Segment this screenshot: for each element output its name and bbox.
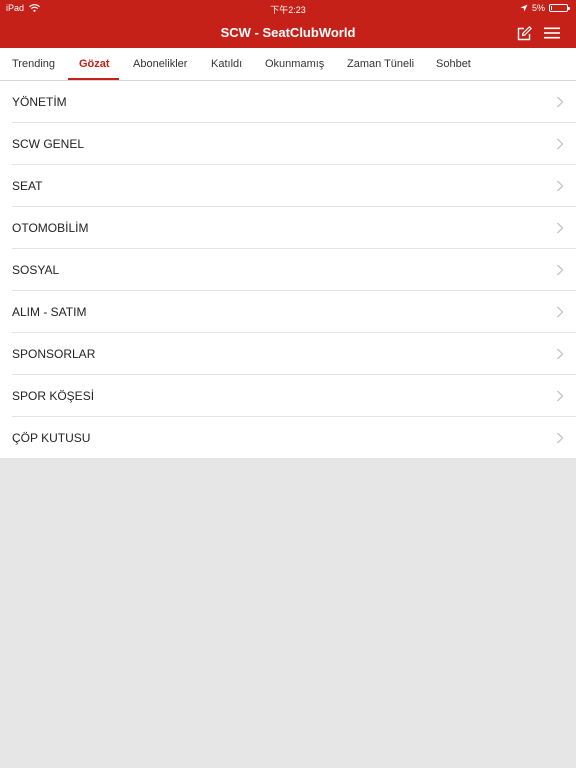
battery-level — [551, 6, 552, 10]
category-label: ALIM - SATIM — [12, 305, 87, 319]
tab-abonelikler[interactable]: Abonelikler — [133, 48, 187, 81]
category-list: YÖNETİM SCW GENEL SEAT OTOMOBİLİM SOSYAL… — [0, 81, 576, 459]
chevron-right-icon — [557, 222, 564, 234]
location-arrow-icon — [520, 4, 528, 12]
category-label: ÇÖP KUTUSU — [12, 431, 91, 445]
tab-sohbet[interactable]: Sohbet — [436, 48, 471, 81]
menu-button[interactable] — [542, 24, 562, 42]
compose-button[interactable] — [514, 24, 534, 42]
category-item-scw-genel[interactable]: SCW GENEL — [0, 123, 576, 165]
chevron-right-icon — [557, 180, 564, 192]
category-item-seat[interactable]: SEAT — [0, 165, 576, 207]
category-item-cop-kutusu[interactable]: ÇÖP KUTUSU — [0, 417, 576, 459]
category-label: SPOR KÖŞESİ — [12, 389, 95, 403]
category-item-sosyal[interactable]: SOSYAL — [0, 249, 576, 291]
hamburger-menu-icon — [544, 27, 560, 39]
tab-trending[interactable]: Trending — [12, 48, 55, 81]
category-item-otomobilim[interactable]: OTOMOBİLİM — [0, 207, 576, 249]
category-label: SEAT — [12, 179, 43, 193]
category-label: SPONSORLAR — [12, 347, 96, 361]
battery-icon — [549, 4, 570, 12]
category-label: YÖNETİM — [12, 95, 67, 109]
category-item-alim-satim[interactable]: ALIM - SATIM — [0, 291, 576, 333]
chevron-right-icon — [557, 138, 564, 150]
chevron-right-icon — [557, 264, 564, 276]
category-item-spor-kosesi[interactable]: SPOR KÖŞESİ — [0, 375, 576, 417]
category-label: SCW GENEL — [12, 137, 85, 151]
chevron-right-icon — [557, 306, 564, 318]
active-tab-indicator — [68, 78, 119, 80]
chevron-right-icon — [557, 432, 564, 444]
tab-katildi[interactable]: Katıldı — [211, 48, 242, 81]
page-title: SCW - SeatClubWorld — [220, 25, 356, 40]
tab-okunmamis[interactable]: Okunmamış — [265, 48, 324, 81]
tab-bar: Trending Gözat Abonelikler Katıldı Okunm… — [0, 48, 576, 81]
chevron-right-icon — [557, 348, 564, 360]
battery-percent: 5% — [531, 3, 545, 13]
status-time: 下午2:23 — [270, 5, 306, 15]
category-item-sponsorlar[interactable]: SPONSORLAR — [0, 333, 576, 375]
chevron-right-icon — [557, 390, 564, 402]
tab-zaman-tuneli[interactable]: Zaman Tüneli — [347, 48, 414, 81]
compose-icon — [517, 25, 532, 40]
app-header: iPad 下午2:23 5% SCW - SeatClubWorld — [0, 0, 576, 48]
chevron-right-icon — [557, 96, 564, 108]
status-bar: iPad 下午2:23 5% — [0, 0, 576, 16]
category-item-yonetim[interactable]: YÖNETİM — [0, 81, 576, 123]
divider — [0, 458, 576, 459]
category-label: SOSYAL — [12, 263, 60, 277]
category-label: OTOMOBİLİM — [12, 221, 89, 235]
tab-gozat[interactable]: Gözat — [79, 48, 110, 81]
